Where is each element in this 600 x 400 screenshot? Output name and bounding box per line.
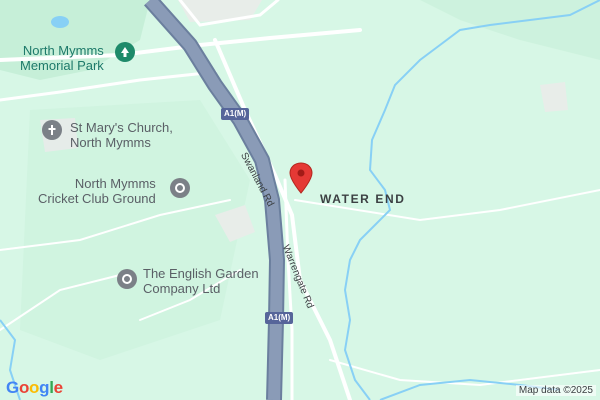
logo-letter: G [6, 378, 19, 397]
cross-icon[interactable] [42, 120, 62, 140]
logo-letter: o [29, 378, 40, 397]
a1m-shield: A1(M) [221, 108, 250, 120]
logo-letter: g [39, 378, 50, 397]
poi-label-park[interactable]: North Mymms Memorial Park [20, 43, 104, 73]
logo-letter: e [53, 378, 63, 397]
poi-label-line: Company Ltd [143, 281, 221, 296]
a1m-shield: A1(M) [265, 312, 294, 324]
tree-icon[interactable] [115, 42, 135, 62]
poi-label-line: North Mymms [70, 135, 151, 150]
place-label-water-end: WATER END [320, 192, 406, 206]
poi-label-line: The English Garden [143, 266, 259, 281]
poi-label-line: North Mymms [74, 176, 156, 191]
google-logo: Google [6, 378, 63, 398]
poi-label-line: Memorial Park [20, 58, 104, 73]
landmark-icon[interactable] [170, 178, 190, 198]
poi-label-garden[interactable]: The English Garden Company Ltd [143, 266, 259, 296]
logo-letter: o [18, 378, 30, 397]
poi-label-line: Cricket Club Ground [38, 191, 156, 206]
poi-label-line: St Mary's Church, [70, 120, 173, 135]
map-canvas[interactable]: A1(M) A1(M) Swanland Rd Warrengate Rd No… [0, 0, 600, 400]
poi-label-cricket[interactable]: North Mymms Cricket Club Ground [38, 176, 156, 206]
location-pin-icon[interactable] [286, 162, 316, 194]
pond [51, 16, 69, 28]
poi-label-line: North Mymms [22, 43, 104, 58]
landmark-icon[interactable] [117, 269, 137, 289]
building [540, 82, 568, 112]
poi-label-church[interactable]: St Mary's Church, North Mymms [70, 120, 173, 150]
map-attribution[interactable]: Map data ©2025 [515, 385, 596, 396]
